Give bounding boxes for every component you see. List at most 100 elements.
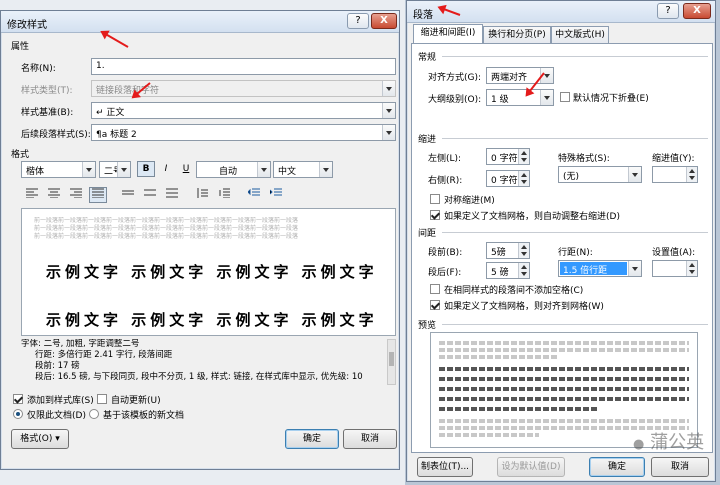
template-docs-label[interactable]: 基于该模板的新文档 — [103, 408, 184, 421]
next-style-select[interactable]: ¶a 标题 2 — [91, 124, 396, 141]
spin-arrows-icon[interactable] — [518, 263, 529, 278]
outline-level-select[interactable]: 1 级 — [486, 89, 554, 106]
spin-arrows-icon[interactable] — [518, 243, 529, 258]
spacing-group-title: 间距 — [418, 229, 437, 239]
chevron-down-icon[interactable] — [382, 103, 395, 118]
one-half-spacing-icon[interactable] — [141, 187, 159, 203]
name-label: 名称(N): — [21, 64, 56, 74]
increase-spacing-before-icon[interactable] — [193, 187, 211, 203]
style-preview-pane: 前一段落前一段落前一段落前一段落前一段落前一段落前一段落前一段落前一段落前一段落… — [21, 208, 396, 336]
preview-line — [439, 377, 689, 381]
align-right-icon[interactable] — [67, 187, 85, 203]
name-input[interactable]: 1. — [91, 58, 396, 75]
space-before-spinner[interactable]: 5磅 — [486, 242, 530, 259]
cancel-button[interactable]: 取消 — [343, 429, 397, 449]
spin-arrows-icon[interactable] — [686, 167, 697, 182]
double-spacing-icon[interactable] — [163, 187, 181, 203]
close-button[interactable]: X — [371, 13, 397, 29]
description-scrollbar[interactable] — [387, 339, 396, 385]
only-this-doc-label[interactable]: 仅限此文档(D) — [27, 408, 86, 421]
line-spacing-select[interactable]: 1.5 倍行距 — [558, 260, 642, 277]
description-line-4: 段后: 16.5 磅, 与下段同页, 段中不分页, 1 级, 样式: 链接, 在… — [35, 372, 363, 382]
chevron-down-icon[interactable] — [382, 125, 395, 140]
italic-button[interactable]: I — [157, 161, 175, 177]
align-center-icon[interactable] — [45, 187, 63, 203]
preview-sample-line-2: 示例文字 示例文字 示例文字 示例文字 — [46, 311, 378, 329]
template-docs-radio[interactable] — [89, 409, 99, 419]
bold-button[interactable]: B — [137, 161, 155, 177]
chevron-down-icon[interactable] — [117, 162, 130, 177]
based-on-label: 样式基准(B): — [21, 108, 74, 118]
tabs-button[interactable]: 制表位(T)... — [417, 457, 473, 477]
auto-adjust-indent-checkbox[interactable] — [430, 210, 440, 220]
auto-update-label[interactable]: 自动更新(U) — [111, 393, 161, 406]
special-indent-select[interactable]: (无) — [558, 166, 642, 183]
chevron-down-icon[interactable] — [628, 167, 641, 182]
add-to-gallery-checkbox[interactable] — [13, 394, 23, 404]
watermark: ● 蒲公英 — [633, 428, 704, 454]
mirror-indents-checkbox[interactable] — [430, 194, 440, 204]
font-size-select[interactable]: 二号 — [99, 161, 131, 178]
modify-style-titlebar[interactable]: 修改样式 ? X — [1, 11, 399, 33]
properties-group-title: 属性 — [11, 42, 30, 52]
spin-arrows-icon[interactable] — [518, 171, 529, 186]
help-button[interactable]: ? — [657, 3, 679, 19]
ok-button[interactable]: 确定 — [285, 429, 339, 449]
collapsed-default-checkbox[interactable] — [560, 92, 570, 102]
style-type-label: 样式类型(T): — [21, 86, 73, 96]
indentation-separator — [442, 138, 708, 139]
chevron-down-icon[interactable] — [540, 90, 553, 105]
based-on-select[interactable]: ↵ 正文 — [91, 102, 396, 119]
only-this-doc-radio[interactable] — [13, 409, 23, 419]
snap-to-grid-checkbox[interactable] — [430, 300, 440, 310]
script-select[interactable]: 中文 — [273, 161, 333, 178]
tab-line-page-breaks[interactable]: 换行和分页(P) — [483, 26, 551, 44]
left-indent-spinner[interactable]: 0 字符 — [486, 148, 530, 165]
chevron-down-icon[interactable] — [257, 162, 270, 177]
font-color-select[interactable]: 自动 — [196, 161, 271, 178]
format-menu-button[interactable]: 格式(O) ▾ — [11, 429, 69, 449]
dont-add-space-label[interactable]: 在相同样式的段落间不添加空格(C) — [444, 283, 583, 296]
underline-button[interactable]: U — [177, 161, 195, 177]
alignment-select[interactable]: 两端对齐 — [486, 67, 554, 84]
description-line-2: 行距: 多倍行距 2.41 字行, 段落间距 — [35, 350, 173, 360]
spin-arrows-icon[interactable] — [518, 149, 529, 164]
help-button[interactable]: ? — [347, 13, 369, 29]
chevron-down-icon[interactable] — [319, 162, 332, 177]
preview-line — [439, 387, 689, 391]
space-before-value: 5磅 — [491, 248, 506, 258]
auto-adjust-indent-label[interactable]: 如果定义了文档网格，则自动调整右缩进(D) — [444, 209, 620, 222]
single-spacing-icon[interactable] — [119, 187, 137, 203]
tab-asian-typography[interactable]: 中文版式(H) — [551, 26, 609, 44]
preview-line — [439, 348, 689, 352]
line-spacing-value: 1.5 倍行距 — [560, 262, 627, 276]
dont-add-space-checkbox[interactable] — [430, 284, 440, 294]
increase-indent-icon[interactable] — [267, 187, 285, 203]
decrease-spacing-before-icon[interactable] — [215, 187, 233, 203]
snap-to-grid-label[interactable]: 如果定义了文档网格，则对齐到网格(W) — [444, 299, 604, 312]
spin-arrows-icon[interactable] — [686, 261, 697, 276]
right-indent-spinner[interactable]: 0 字符 — [486, 170, 530, 187]
set-as-default-button: 设为默认值(D) — [497, 457, 565, 477]
justify-icon[interactable] — [89, 187, 107, 203]
add-to-gallery-label[interactable]: 添加到样式库(S) — [27, 393, 94, 406]
font-select[interactable]: 楷体 — [21, 161, 96, 178]
line-spacing-at-spinner[interactable] — [652, 260, 698, 277]
align-left-icon[interactable] — [23, 187, 41, 203]
chevron-down-icon[interactable] — [628, 261, 641, 276]
cancel-button[interactable]: 取消 — [651, 457, 709, 477]
scroll-thumb[interactable] — [389, 352, 394, 366]
outline-level-label: 大纲级别(O): — [428, 95, 482, 105]
decrease-indent-icon[interactable] — [245, 187, 263, 203]
indentation-group-title: 缩进 — [418, 135, 437, 145]
space-after-spinner[interactable]: 5 磅 — [486, 262, 530, 279]
indent-by-spinner[interactable] — [652, 166, 698, 183]
ok-button[interactable]: 确定 — [589, 457, 645, 477]
mirror-indents-label[interactable]: 对称缩进(M) — [444, 193, 495, 206]
general-separator — [442, 56, 708, 57]
collapsed-default-label[interactable]: 默认情况下折叠(E) — [573, 91, 649, 104]
chevron-down-icon[interactable] — [82, 162, 95, 177]
auto-update-checkbox[interactable] — [97, 394, 107, 404]
close-button[interactable]: X — [683, 3, 711, 19]
tab-indents-spacing[interactable]: 缩进和间距(I) — [413, 24, 483, 44]
